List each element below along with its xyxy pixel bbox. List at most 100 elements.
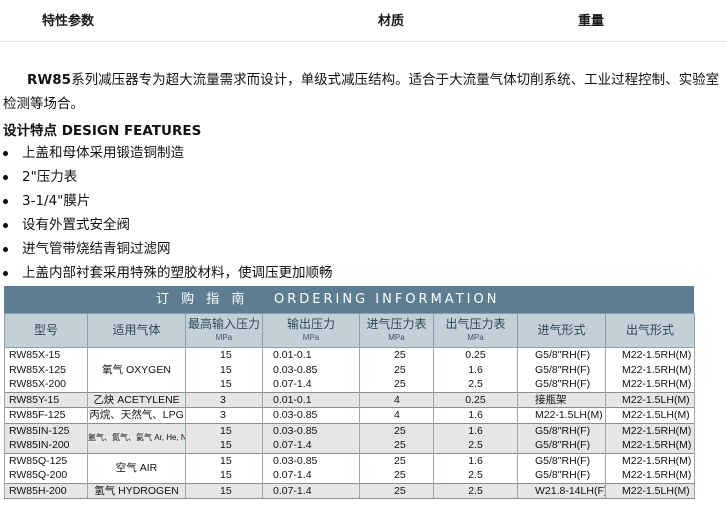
cell-gas: 空气 AIR — [87, 452, 186, 483]
col-header: 出气形式 — [605, 313, 695, 348]
cell-max-input: 15 — [185, 438, 263, 453]
ordering-table-header: 型号 适用气体 最高输入压力 MPa 输出压力 MPa 进气压力表 MPa 出气压力表… — [4, 313, 695, 348]
cell-inlet-gauge: 25 — [359, 347, 434, 363]
cell-max-input: 3 — [185, 391, 263, 408]
cell-outlet-type: M22-1.5RH(M) — [605, 438, 695, 453]
spec-header-bar: 特性参数 材质 重量 — [0, 0, 727, 42]
cell-output: 0.03-0.85 — [262, 407, 360, 423]
cell-inlet-type: G5/8"RH(F) — [517, 377, 606, 392]
bullet-icon — [3, 151, 8, 156]
cell-outlet-gauge: 2.5 — [433, 468, 518, 483]
feature-item: 上盖和母体采用锻造铜制造 — [0, 141, 333, 165]
cell-outlet-gauge: 1.6 — [433, 407, 518, 423]
cell-max-input: 3 — [185, 407, 263, 423]
cell-inlet-gauge: 4 — [359, 407, 434, 423]
col-header: 型号 — [4, 313, 88, 348]
spec-header-material: 材质 — [378, 14, 405, 29]
cell-inlet-type: G5/8"RH(F) — [517, 347, 606, 363]
spec-header-weight: 重量 — [578, 14, 605, 29]
col-header: 适用气体 — [87, 313, 186, 348]
feature-item: 上盖内部衬套采用特殊的塑胶材料，使调压更加顺畅 — [0, 261, 333, 285]
ordering-title-en: ORDERING INFORMATION — [274, 292, 500, 307]
cell-gas: 丙烷、天然气、LPG — [87, 407, 186, 423]
cell-outlet-type: M22-1.5RH(M) — [605, 468, 695, 483]
col-header: 进气压力表 MPa — [359, 313, 434, 348]
table-row: RW85Q-125 空气 AIR 15 0.03-0.85 25 1.6 G5/8"RH(F… — [4, 452, 695, 483]
ordering-table-section: 订 购 指 南 ORDERING INFORMATION 型号 适用气体 最高输… — [4, 286, 695, 499]
cell-model: RW85IN-125 — [4, 422, 88, 438]
header-divider — [0, 41, 727, 42]
intro-text: 系列减压器专为超大流量需求而设计，单级式减压结构。适合于大流量气体切削系统、工业… — [3, 72, 720, 112]
ordering-table-body: RW85X-15 氧气 OXYGEN 15 0.01-0.1 25 0.25 G5/8"RH… — [4, 347, 695, 499]
cell-output: 0.01-0.1 — [262, 391, 360, 408]
cell-outlet-gauge: 2.5 — [433, 377, 518, 392]
cell-inlet-type: W21.8-14LH(F) — [517, 482, 606, 499]
features-list: 上盖和母体采用锻造铜制造 2"压力表 3-1/4"膜片 设有外置式安全阀 进气管… — [0, 141, 333, 285]
cell-output: 0.07-1.4 — [262, 468, 360, 483]
bullet-icon — [3, 271, 8, 276]
ordering-table: 型号 适用气体 最高输入压力 MPa 输出压力 MPa 进气压力表 MPa 出气压力表… — [4, 313, 695, 499]
cell-inlet-gauge: 25 — [359, 468, 434, 483]
cell-outlet-gauge: 0.25 — [433, 347, 518, 363]
cell-inlet-gauge: 25 — [359, 482, 434, 499]
cell-max-input: 15 — [185, 468, 263, 483]
cell-output: 0.07-1.4 — [262, 482, 360, 499]
cell-output: 0.03-0.85 — [262, 452, 360, 468]
cell-model: RW85X-125 — [4, 362, 88, 377]
table-row: RW85X-15 氧气 OXYGEN 15 0.01-0.1 25 0.25 G5/8"RH… — [4, 347, 695, 392]
bullet-icon — [3, 223, 8, 228]
cell-max-input: 15 — [185, 377, 263, 392]
cell-outlet-type: M22-1.5LH(M) — [605, 391, 695, 408]
features-title: 设计特点 DESIGN FEATURES — [3, 123, 202, 139]
cell-outlet-gauge: 1.6 — [433, 422, 518, 438]
feature-item: 设有外置式安全阀 — [0, 213, 333, 237]
cell-inlet-gauge: 25 — [359, 452, 434, 468]
cell-model: RW85Q-200 — [4, 468, 88, 483]
cell-inlet-type: 接瓶架 — [517, 391, 606, 408]
cell-gas: 氢气 HYDROGEN — [87, 482, 186, 499]
cell-model: RW85X-15 — [4, 347, 88, 363]
table-row: RW85H-200 氢气 HYDROGEN 15 0.07-1.4 25 2.5 W21.8… — [4, 482, 695, 499]
cell-inlet-gauge: 25 — [359, 438, 434, 453]
cell-outlet-type: M22-1.5LH(M) — [605, 407, 695, 423]
col-header: 进气形式 — [517, 313, 606, 348]
cell-gas: 氧气 OXYGEN — [87, 347, 186, 392]
bullet-icon — [3, 247, 8, 252]
cell-model: RW85X-200 — [4, 377, 88, 392]
cell-outlet-gauge: 2.5 — [433, 482, 518, 499]
cell-inlet-type: G5/8"RH(F) — [517, 362, 606, 377]
spec-header-params: 特性参数 — [42, 14, 95, 29]
cell-model: RW85F-125 — [4, 407, 88, 423]
cell-outlet-gauge: 1.6 — [433, 362, 518, 377]
feature-item: 进气管带烧结青铜过滤网 — [0, 237, 333, 261]
cell-outlet-type: M22-1.5RH(M) — [605, 362, 695, 377]
cell-outlet-gauge: 2.5 — [433, 438, 518, 453]
cell-output: 0.07-1.4 — [262, 377, 360, 392]
col-header: 最高输入压力 MPa — [185, 313, 263, 348]
cell-max-input: 15 — [185, 347, 263, 363]
cell-inlet-type: G5/8"RH(F) — [517, 468, 606, 483]
ordering-table-title: 订 购 指 南 ORDERING INFORMATION — [4, 286, 694, 313]
cell-max-input: 15 — [185, 452, 263, 468]
feature-item: 2"压力表 — [0, 165, 333, 189]
intro-model: RW85 — [27, 72, 72, 88]
cell-outlet-type: M22-1.5RH(M) — [605, 422, 695, 438]
cell-output: 0.01-0.1 — [262, 347, 360, 363]
cell-output: 0.07-1.4 — [262, 438, 360, 453]
bullet-icon — [3, 175, 8, 180]
intro-paragraph: RW85系列减压器专为超大流量需求而设计，单级式减压结构。适合于大流量气体切削系… — [3, 68, 721, 116]
cell-outlet-gauge: 0.25 — [433, 391, 518, 408]
col-header: 出气压力表 MPa — [433, 313, 518, 348]
cell-max-input: 15 — [185, 482, 263, 499]
cell-model: RW85Y-15 — [4, 391, 88, 408]
table-row: RW85IN-125 氩气、氮气、氦气 Ar, He, N₂ 15 0.03-0.85… — [4, 422, 695, 453]
cell-outlet-type: M22-1.5RH(M) — [605, 377, 695, 392]
cell-max-input: 15 — [185, 422, 263, 438]
cell-output: 0.03-0.85 — [262, 362, 360, 377]
ordering-title-cn: 订 购 指 南 — [156, 292, 249, 307]
cell-outlet-type: M22-1.5RH(M) — [605, 452, 695, 468]
cell-inlet-gauge: 4 — [359, 391, 434, 408]
cell-outlet-type: M22-1.5RH(M) — [605, 347, 695, 363]
cell-model: RW85Q-125 — [4, 452, 88, 468]
cell-outlet-gauge: 1.6 — [433, 452, 518, 468]
